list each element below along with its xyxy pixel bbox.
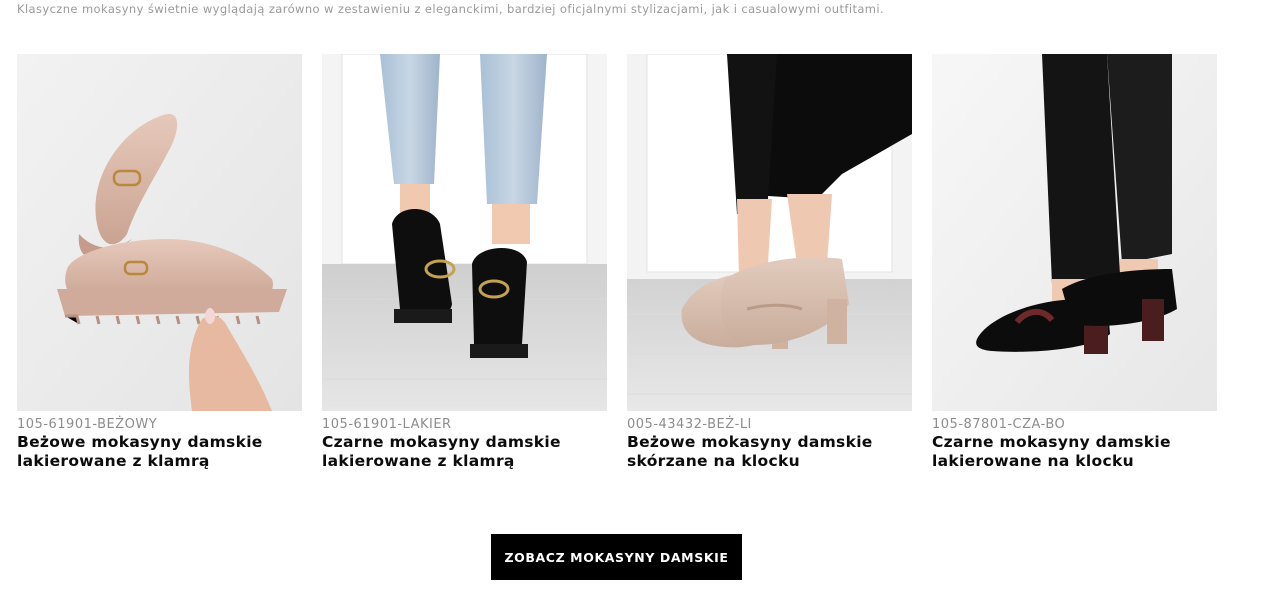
product-card[interactable]: 105-61901-LAKIER Czarne mokasyny damskie… xyxy=(322,54,607,471)
product-image[interactable] xyxy=(17,54,302,411)
product-name[interactable]: Beżowe mokasyny damskie skórzane na kloc… xyxy=(627,433,897,471)
product-card[interactable]: 105-61901-BEŻOWY Beżowe mokasyny damskie… xyxy=(17,54,302,471)
product-name[interactable]: Czarne mokasyny damskie lakierowane na k… xyxy=(932,433,1202,471)
product-grid: 105-61901-BEŻOWY Beżowe mokasyny damskie… xyxy=(17,54,1227,474)
see-loafers-label: ZOBACZ MOKASYNY DAMSKIE xyxy=(504,549,729,565)
product-sku: 005-43432-BEŻ-LI xyxy=(627,417,752,432)
see-loafers-button[interactable]: ZOBACZ MOKASYNY DAMSKIE xyxy=(491,534,742,580)
intro-text: Klasyczne mokasyny świetnie wyglądają za… xyxy=(17,2,885,16)
product-image[interactable] xyxy=(322,54,607,411)
product-card[interactable]: 005-43432-BEŻ-LI Beżowe mokasyny damskie… xyxy=(627,54,912,471)
product-sku: 105-61901-BEŻOWY xyxy=(17,417,158,432)
product-sku: 105-61901-LAKIER xyxy=(322,417,452,432)
product-sku: 105-87801-CZA-BO xyxy=(932,417,1066,432)
product-image[interactable] xyxy=(627,54,912,411)
product-name[interactable]: Beżowe mokasyny damskie lakierowane z kl… xyxy=(17,433,287,471)
product-card[interactable]: 105-87801-CZA-BO Czarne mokasyny damskie… xyxy=(932,54,1217,471)
product-image[interactable] xyxy=(932,54,1217,411)
product-name[interactable]: Czarne mokasyny damskie lakierowane z kl… xyxy=(322,433,592,471)
